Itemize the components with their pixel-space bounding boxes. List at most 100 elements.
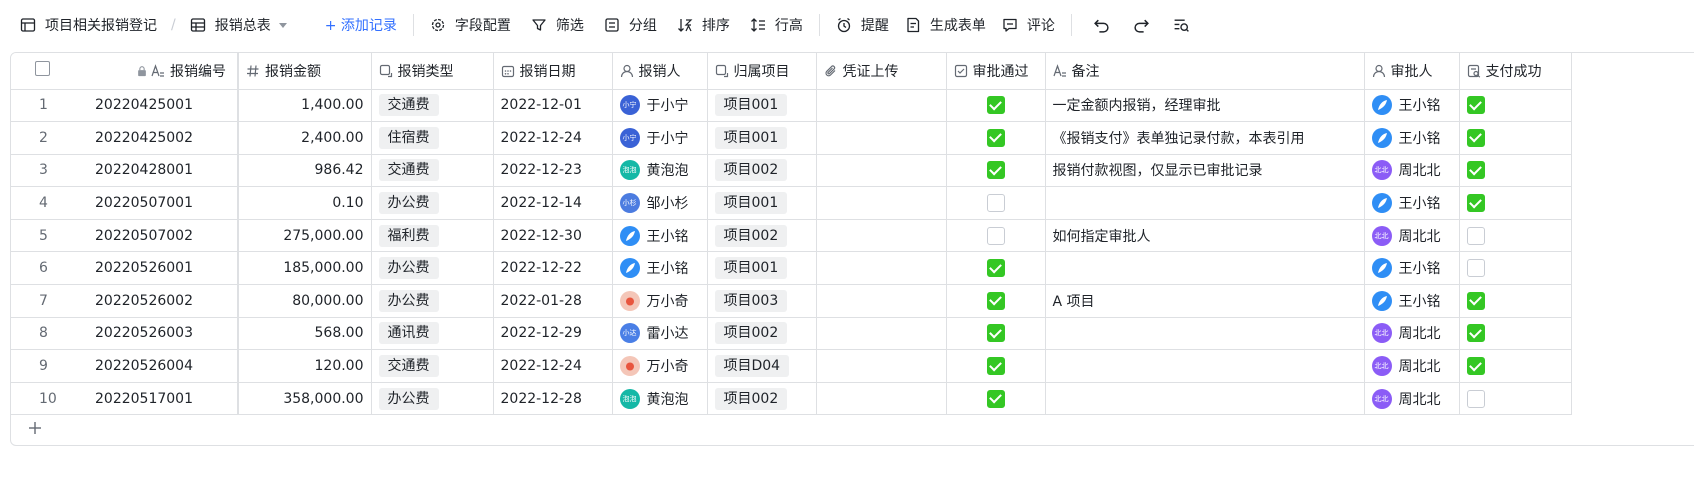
generate-form-button[interactable]: 生成表单 (899, 9, 992, 41)
cell-note[interactable]: 《报销支付》表单独记录付款，本表引用 (1045, 121, 1365, 155)
paid-checkbox[interactable] (1466, 161, 1485, 180)
column-header-paid[interactable]: 支付成功 (1459, 53, 1572, 90)
cell-date[interactable]: 2022-01-28 (493, 284, 613, 318)
sort-button[interactable]: 排序 (671, 9, 736, 41)
select-all-checkbox[interactable] (34, 61, 50, 77)
cell-approver[interactable]: 王小铭 (1364, 251, 1460, 286)
cell-code[interactable]: 20220425001 (73, 89, 239, 123)
column-header-type[interactable]: 报销类型 (371, 53, 494, 90)
cell-approved[interactable] (946, 317, 1046, 351)
table-row[interactable]: 4 20220507001 0.10 办公费 2022-12-14 小杉 邹小杉 项目001 王… (11, 186, 1572, 220)
add-row-button[interactable] (25, 418, 45, 438)
approved-checkbox[interactable] (986, 161, 1005, 180)
approved-checkbox[interactable] (986, 357, 1005, 376)
filter-button[interactable]: 筛选 (525, 9, 590, 41)
cell-type[interactable]: 办公费 (371, 251, 494, 286)
cell-approver[interactable]: 王小铭 (1364, 89, 1460, 123)
paid-checkbox[interactable] (1466, 291, 1485, 310)
redo-button[interactable] (1122, 9, 1162, 41)
cell-voucher[interactable] (816, 349, 947, 383)
cell-type[interactable]: 通讯费 (371, 317, 494, 351)
cell-approver[interactable]: 北北 周北北 (1364, 317, 1460, 351)
cell-code[interactable]: 20220526002 (73, 284, 239, 318)
cell-paid[interactable] (1459, 154, 1572, 188)
cell-note[interactable] (1045, 349, 1365, 383)
column-header-note[interactable]: 备注 (1045, 53, 1365, 90)
cell-voucher[interactable] (816, 251, 947, 286)
cell-project[interactable]: 项目002 (707, 219, 817, 253)
approved-checkbox[interactable] (986, 324, 1005, 343)
cell-project[interactable]: 项目D04 (707, 349, 817, 383)
table-row[interactable]: 5 20220507002 275,000.00 福利费 2022-12-30 王小铭 项目… (11, 219, 1572, 253)
cell-paid[interactable] (1459, 251, 1572, 286)
cell-date[interactable]: 2022-12-30 (493, 219, 613, 253)
cell-voucher[interactable] (816, 154, 947, 188)
cell-paid[interactable] (1459, 89, 1572, 123)
cell-note[interactable] (1045, 251, 1365, 286)
cell-project[interactable]: 项目001 (707, 186, 817, 220)
undo-button[interactable] (1082, 9, 1122, 41)
cell-voucher[interactable] (816, 284, 947, 318)
cell-approver[interactable]: 北北 周北北 (1364, 154, 1460, 188)
cell-code[interactable]: 20220517001 (73, 382, 239, 416)
cell-code[interactable]: 20220507001 (73, 186, 239, 220)
cell-amount[interactable]: 986.42 (238, 154, 372, 188)
cell-approved[interactable] (946, 89, 1046, 123)
cell-type[interactable]: 住宿费 (371, 121, 494, 155)
paid-checkbox[interactable] (1466, 96, 1485, 115)
column-header-date[interactable]: 报销日期 (493, 53, 613, 90)
cell-amount[interactable]: 185,000.00 (238, 251, 372, 286)
cell-type[interactable]: 办公费 (371, 186, 494, 220)
cell-date[interactable]: 2022-12-28 (493, 382, 613, 416)
cell-approved[interactable] (946, 154, 1046, 188)
cell-person[interactable]: 王小铭 (612, 219, 708, 253)
cell-approver[interactable]: 北北 周北北 (1364, 382, 1460, 416)
cell-date[interactable]: 2022-12-14 (493, 186, 613, 220)
cell-paid[interactable] (1459, 186, 1572, 220)
approved-checkbox[interactable] (986, 194, 1005, 213)
cell-approved[interactable] (946, 349, 1046, 383)
cell-paid[interactable] (1459, 284, 1572, 318)
cell-code[interactable]: 20220526001 (73, 251, 239, 286)
doc-title[interactable]: 项目相关报销登记 (14, 9, 163, 41)
cell-note[interactable] (1045, 186, 1365, 220)
table-row[interactable]: 7 20220526002 80,000.00 办公费 2022-01-28 万小奇 项目0… (11, 284, 1572, 318)
select-all-cell[interactable] (11, 53, 73, 90)
column-header-approved[interactable]: 审批通过 (946, 53, 1046, 90)
paid-checkbox[interactable] (1466, 194, 1485, 213)
remind-button[interactable]: 提醒 (830, 9, 895, 41)
cell-amount[interactable]: 358,000.00 (238, 382, 372, 416)
add-record-button[interactable]: + 添加记录 (319, 9, 403, 41)
cell-approver[interactable]: 王小铭 (1364, 186, 1460, 220)
paid-checkbox[interactable] (1466, 324, 1485, 343)
cell-date[interactable]: 2022-12-23 (493, 154, 613, 188)
approved-checkbox[interactable] (986, 128, 1005, 147)
cell-person[interactable]: 万小奇 (612, 349, 708, 383)
cell-amount[interactable]: 2,400.00 (238, 121, 372, 155)
cell-date[interactable]: 2022-12-24 (493, 121, 613, 155)
cell-person[interactable]: 泡泡 黄泡泡 (612, 154, 708, 188)
cell-voucher[interactable] (816, 121, 947, 155)
cell-approver[interactable]: 北北 周北北 (1364, 349, 1460, 383)
cell-voucher[interactable] (816, 186, 947, 220)
cell-paid[interactable] (1459, 317, 1572, 351)
cell-approved[interactable] (946, 219, 1046, 253)
cell-amount[interactable]: 275,000.00 (238, 219, 372, 253)
cell-code[interactable]: 20220526004 (73, 349, 239, 383)
cell-paid[interactable] (1459, 219, 1572, 253)
cell-code[interactable]: 20220425002 (73, 121, 239, 155)
search-button[interactable] (1162, 9, 1202, 41)
table-row[interactable]: 2 20220425002 2,400.00 住宿费 2022-12-24 小宁 于小宁 项目… (11, 121, 1572, 155)
cell-note[interactable] (1045, 382, 1365, 416)
cell-approver[interactable]: 王小铭 (1364, 121, 1460, 155)
cell-amount[interactable]: 568.00 (238, 317, 372, 351)
comment-button[interactable]: 评论 (996, 9, 1061, 41)
cell-person[interactable]: 万小奇 (612, 284, 708, 318)
column-header-amount[interactable]: 报销金额 (238, 53, 372, 90)
cell-voucher[interactable] (816, 89, 947, 123)
paid-checkbox[interactable] (1466, 389, 1485, 408)
cell-date[interactable]: 2022-12-22 (493, 251, 613, 286)
cell-project[interactable]: 项目002 (707, 154, 817, 188)
cell-voucher[interactable] (816, 382, 947, 416)
cell-project[interactable]: 项目002 (707, 317, 817, 351)
